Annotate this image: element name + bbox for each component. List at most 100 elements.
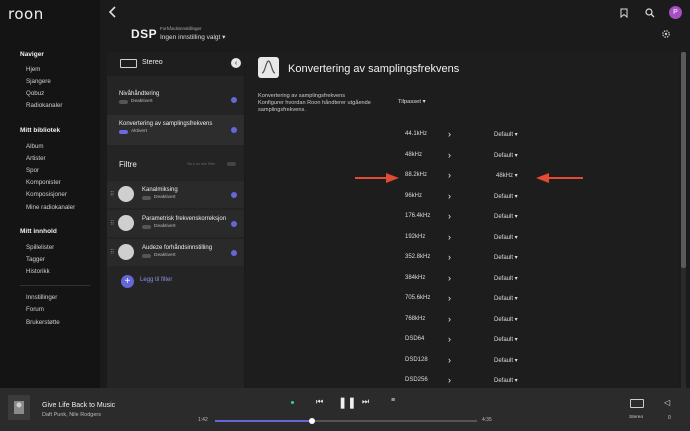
toggle-switch[interactable] [119, 130, 128, 134]
chevron-right-icon[interactable]: › [448, 273, 451, 283]
disable-all-filters-toggle[interactable] [227, 162, 236, 166]
rate-output-dropdown[interactable]: Default ▾ [494, 295, 518, 302]
filter-name: Parametrisk frekvenskorreksjon [142, 216, 227, 222]
sidebar-item[interactable]: Komponister [26, 179, 61, 186]
rate-output-dropdown[interactable]: Default ▾ [494, 234, 518, 241]
toggle-switch[interactable] [142, 196, 151, 200]
album-cover[interactable] [8, 395, 30, 420]
next-button[interactable]: ⏭ [362, 397, 369, 407]
toggle-switch[interactable] [142, 254, 151, 258]
sidebar-item[interactable]: Sjangere [26, 78, 51, 85]
volume-level: 0 [668, 415, 671, 421]
chevron-right-icon[interactable]: › [448, 170, 451, 180]
back-button[interactable] [108, 6, 120, 20]
rate-label: DSD256 [405, 377, 428, 383]
chevron-right-icon[interactable]: › [448, 211, 451, 221]
chevron-right-icon[interactable]: › [448, 129, 451, 139]
chevron-right-icon[interactable]: › [448, 252, 451, 262]
drag-handle-icon[interactable]: ⠿ [110, 249, 114, 256]
nav-section-heading: Naviger [20, 51, 44, 58]
previous-button[interactable]: ⏮ [316, 397, 323, 407]
sidebar-item[interactable]: Album [26, 143, 44, 150]
filter-icon [118, 186, 134, 202]
sidebar-item[interactable]: Forum [26, 306, 44, 313]
preset-dropdown-label: Ingen innstilling valgt [160, 34, 221, 41]
sidebar: roon Naviger Hjem Sjangere Qobuz Radiokanale… [0, 0, 100, 388]
track-artist[interactable]: Daft Punk, Nile Rodgers [42, 412, 101, 418]
preset-dropdown[interactable]: Ingen innstilling valgt ▾ [160, 33, 225, 41]
settings-button[interactable] [661, 29, 673, 41]
chevron-right-icon[interactable]: › [448, 314, 451, 324]
chevron-right-icon[interactable]: › [448, 375, 451, 385]
chevron-right-icon[interactable]: › [448, 293, 451, 303]
zone-speaker-icon[interactable] [630, 399, 644, 408]
rate-output-dropdown[interactable]: Default ▾ [494, 193, 518, 200]
album-art-image [14, 401, 24, 414]
chevron-right-icon[interactable]: › [448, 355, 451, 365]
bookmark-button[interactable] [617, 6, 631, 20]
rate-output-dropdown[interactable]: Default ▾ [494, 213, 518, 220]
setting-row-sample-rate[interactable]: Konvertering av samplingsfrekvens Aktive… [107, 115, 244, 145]
speaker-device-icon [120, 59, 137, 68]
rate-output-value: Default [494, 357, 514, 364]
rate-label: 176.4kHz [405, 213, 431, 219]
toggle-switch[interactable] [119, 100, 128, 104]
filter-row-channel-mixing[interactable]: ⠿ Kanalmiksing Deaktivert [107, 181, 244, 208]
add-filter-button[interactable]: + [121, 275, 134, 288]
rate-output-dropdown[interactable]: Default ▾ [494, 357, 518, 364]
rate-output-dropdown[interactable]: Default ▾ [494, 316, 518, 323]
filter-row-parametric-eq[interactable]: ⠿ Parametrisk frekvenskorreksjon Deaktiv… [107, 210, 244, 237]
sidebar-item[interactable]: Hjem [26, 66, 40, 73]
sidebar-item[interactable]: Radiokanaler [26, 102, 62, 109]
drag-handle-icon[interactable]: ⠿ [110, 220, 114, 227]
rate-label: DSD128 [405, 356, 428, 363]
sidebar-item[interactable]: Spor [26, 167, 39, 174]
zone-label[interactable]: Stereo [629, 415, 643, 420]
rate-output-dropdown[interactable]: 48kHz ▾ [496, 172, 518, 179]
track-title[interactable]: Give Life Back to Music [42, 402, 115, 409]
filter-row-audeze-preset[interactable]: ⠿ Audeze forhåndsinnstilling Deaktivert [107, 239, 244, 266]
search-button[interactable] [643, 6, 657, 20]
sidebar-item[interactable]: Mine radiokanaler [26, 204, 75, 211]
rate-output-dropdown[interactable]: Default ▾ [494, 336, 518, 343]
waveform-icon [261, 60, 276, 74]
sidebar-item[interactable]: Artister [26, 155, 46, 162]
rate-label: 384kHz [405, 274, 426, 281]
disable-all-filters-label: Skru av alle filtre [187, 162, 216, 166]
sidebar-item[interactable]: Historikk [26, 268, 50, 275]
seek-handle[interactable] [308, 418, 315, 424]
queue-button[interactable]: ≡ [391, 397, 395, 404]
sidebar-item[interactable]: Brukerstøtte [26, 319, 60, 326]
chevron-right-icon[interactable]: › [448, 232, 451, 242]
drag-handle-icon[interactable]: ⠿ [110, 191, 114, 198]
rate-output-dropdown[interactable]: Default ▾ [494, 152, 518, 159]
sidebar-item[interactable]: Spillelister [26, 244, 54, 251]
chevron-right-icon[interactable]: › [448, 334, 451, 344]
sidebar-item[interactable]: Innstillinger [26, 294, 57, 301]
volume-icon[interactable]: ◁ [664, 398, 670, 407]
status-dot [231, 221, 237, 227]
rate-label: 192kHz [405, 233, 426, 240]
rate-output-dropdown[interactable]: Default ▾ [494, 254, 518, 261]
toggle-switch[interactable] [142, 225, 151, 229]
pause-button[interactable]: ❚❚ [338, 396, 356, 409]
seek-bar[interactable] [215, 418, 477, 424]
rate-output-dropdown[interactable]: Default ▾ [494, 275, 518, 282]
sidebar-item[interactable]: Tagger [26, 256, 45, 263]
scrollbar-thumb[interactable] [681, 52, 686, 268]
panel-title: Konvertering av samplingsfrekvens [288, 63, 460, 75]
chevron-right-icon[interactable]: › [448, 191, 451, 201]
add-filter-label[interactable]: Legg til filter [140, 277, 172, 283]
avatar[interactable]: P [669, 6, 682, 19]
rate-output-dropdown[interactable]: Default ▾ [494, 377, 518, 384]
sidebar-item[interactable]: Komposisjoner [26, 191, 67, 198]
sidebar-item[interactable]: Qobuz [26, 90, 44, 97]
rate-output-dropdown[interactable]: Default ▾ [494, 131, 518, 138]
collapse-panel-button[interactable]: ‹ [231, 58, 241, 68]
bookmark-icon [620, 8, 628, 18]
roon-logo[interactable]: roon [8, 5, 44, 23]
mode-dropdown[interactable]: Tilpasset ▾ [398, 99, 426, 105]
setting-row-level[interactable]: Nivåhåndtering Deaktivert [107, 85, 244, 115]
chevron-right-icon[interactable]: › [448, 150, 451, 160]
rate-row: 176.4kHz › Default ▾ [245, 208, 679, 226]
